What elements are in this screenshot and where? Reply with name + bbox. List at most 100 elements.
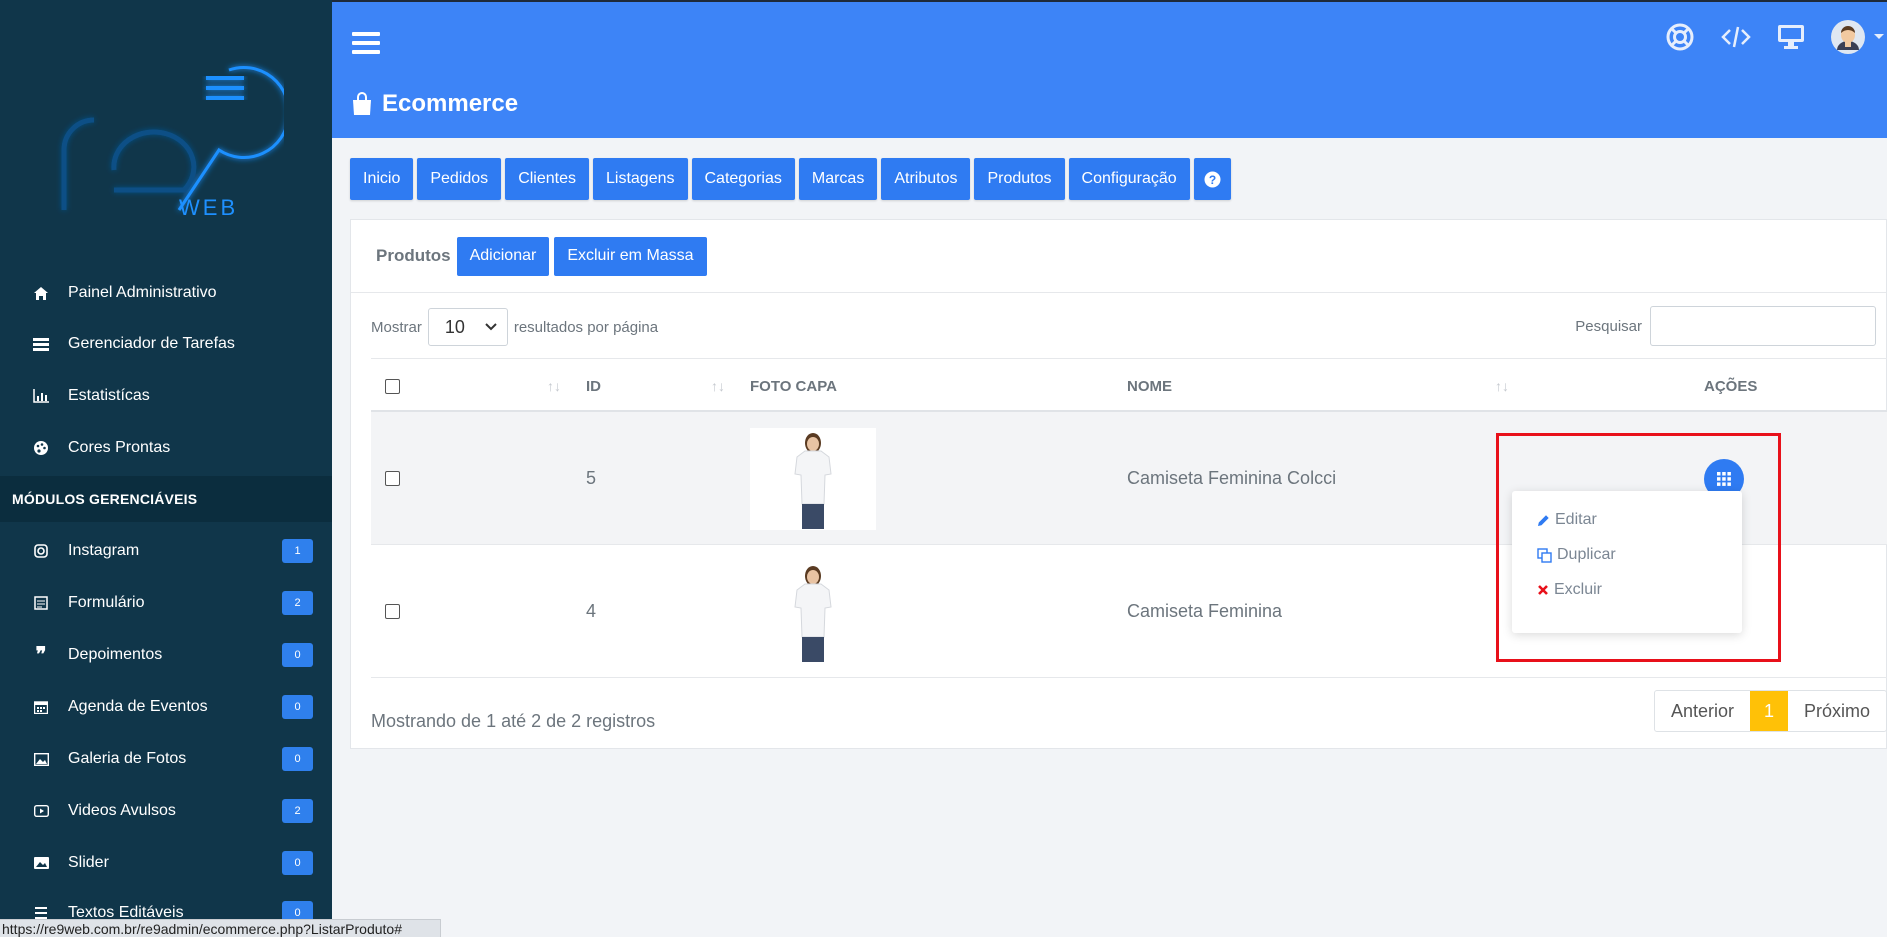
tasks-icon xyxy=(30,337,52,351)
per-page-value: 10 xyxy=(444,316,465,337)
tab-categorias[interactable]: Categorias xyxy=(691,158,795,200)
tab-inicio[interactable]: Inicio xyxy=(350,158,414,200)
sidebar-item-label: Videos Avulsos xyxy=(68,802,176,819)
sidebar-item-depoimentos[interactable]: ❞ Depoimentos 0 xyxy=(0,635,332,675)
row-checkbox[interactable] xyxy=(385,545,400,678)
count-badge: 2 xyxy=(282,799,313,823)
pagination: Anterior 1 Próximo xyxy=(1653,690,1887,732)
code-icon[interactable] xyxy=(1721,25,1751,49)
add-button[interactable]: Adicionar xyxy=(456,236,550,276)
section-title-modulos: MÓDULOS GERENCIÁVEIS xyxy=(0,476,332,522)
count-badge: 2 xyxy=(282,591,313,615)
tab-configuracao[interactable]: Configuração xyxy=(1068,158,1190,200)
highlight-box xyxy=(1496,433,1781,662)
lifebuoy-icon[interactable] xyxy=(1665,22,1695,52)
image-icon xyxy=(30,752,52,766)
sort-icon[interactable]: ↑↓ xyxy=(711,359,725,413)
row-id: 4 xyxy=(586,601,597,621)
home-icon xyxy=(30,286,52,300)
next-page-button[interactable]: Próximo xyxy=(1788,691,1886,731)
sidebar-item-label: Depoimentos xyxy=(68,646,163,663)
product-name: Camiseta Feminina xyxy=(1127,601,1283,621)
count-badge: 0 xyxy=(282,747,313,771)
instagram-icon xyxy=(30,544,52,558)
shopping-bag-icon xyxy=(350,92,374,116)
sidebar-item-instagram[interactable]: Instagram 1 xyxy=(0,531,332,571)
top-header: Ecommerce xyxy=(332,0,1887,138)
row-id: 5 xyxy=(586,468,597,488)
table-header: ↑↓ ID ↑↓ FOTO CAPA NOME ↑↓ AÇÕES xyxy=(371,358,1887,412)
row-checkbox[interactable] xyxy=(385,412,400,545)
menu-toggle-icon[interactable] xyxy=(352,32,380,54)
product-thumbnail xyxy=(750,412,876,545)
sidebar-item-galeria[interactable]: Galeria de Fotos 0 xyxy=(0,739,332,779)
sidebar-item-label: Estatistícas xyxy=(68,387,150,404)
stats-icon xyxy=(30,389,52,403)
module-tabs: Inicio Pedidos Clientes Listagens Catego… xyxy=(350,158,1235,200)
chevron-down-icon[interactable] xyxy=(1873,33,1885,41)
count-badge: 0 xyxy=(282,851,313,875)
sidebar-item-slider[interactable]: Slider 0 xyxy=(0,843,332,883)
sidebar-item-label: Gerenciador de Tarefas xyxy=(68,335,235,352)
sort-icon[interactable]: ↑↓ xyxy=(547,359,561,413)
sidebar-item-painel[interactable]: Painel Administrativo xyxy=(0,273,332,313)
tab-produtos[interactable]: Produtos xyxy=(974,158,1065,200)
desktop-icon[interactable] xyxy=(1777,24,1805,50)
svg-text:?: ? xyxy=(1209,173,1216,187)
sidebar-item-label: Painel Administrativo xyxy=(68,284,217,301)
slider-icon xyxy=(30,857,52,869)
tab-pedidos[interactable]: Pedidos xyxy=(417,158,502,200)
sidebar-item-label: Cores Prontas xyxy=(68,439,171,456)
sort-icon[interactable]: ↑↓ xyxy=(1495,359,1509,413)
palette-icon xyxy=(30,441,52,455)
product-name: Camiseta Feminina Colcci xyxy=(1127,468,1337,488)
sidebar: WEB Painel Administrativo Gerenciador de… xyxy=(0,0,332,937)
column-acoes: AÇÕES xyxy=(1704,377,1758,395)
browser-status-url: https://re9web.com.br/re9admin/ecommerce… xyxy=(0,919,441,937)
panel-header: Produtos Adicionar Excluir em Massa xyxy=(351,220,1886,293)
count-badge: 1 xyxy=(282,539,313,563)
previous-page-button[interactable]: Anterior xyxy=(1655,691,1750,731)
calendar-icon xyxy=(30,700,52,714)
table-info: Mostrando de 1 até 2 de 2 registros xyxy=(371,711,656,731)
tab-atributos[interactable]: Atributos xyxy=(881,158,971,200)
chevron-down-icon xyxy=(485,323,497,331)
page-1-button[interactable]: 1 xyxy=(1749,691,1788,731)
page-title-text: Ecommerce xyxy=(382,90,519,117)
user-avatar[interactable] xyxy=(1831,20,1865,54)
column-foto: FOTO CAPA xyxy=(750,377,837,395)
sidebar-item-agenda[interactable]: Agenda de Eventos 0 xyxy=(0,687,332,727)
search-control: Pesquisar xyxy=(1575,306,1876,346)
text-icon xyxy=(30,906,52,920)
column-id[interactable]: ID xyxy=(586,359,601,413)
panel-title: Produtos xyxy=(376,246,451,265)
quote-icon: ❞ xyxy=(35,644,47,666)
question-icon: ? xyxy=(1204,171,1221,188)
re9-logo[interactable]: WEB xyxy=(44,30,291,230)
sidebar-item-videos[interactable]: Videos Avulsos 2 xyxy=(0,791,332,831)
tab-marcas[interactable]: Marcas xyxy=(798,158,878,200)
sidebar-item-formulario[interactable]: Formulário 2 xyxy=(0,583,332,623)
sidebar-item-label: Formulário xyxy=(68,594,145,611)
sidebar-item-label: Slider xyxy=(68,854,109,871)
search-input[interactable] xyxy=(1650,306,1876,346)
tab-clientes[interactable]: Clientes xyxy=(505,158,589,200)
count-badge: 0 xyxy=(282,695,313,719)
video-icon xyxy=(30,805,52,817)
column-nome[interactable]: NOME xyxy=(1127,359,1172,413)
count-badge: 0 xyxy=(282,643,313,667)
show-label: Mostrar xyxy=(371,318,422,336)
sidebar-item-label: Agenda de Eventos xyxy=(68,698,208,715)
per-page-suffix: resultados por página xyxy=(513,318,659,336)
help-button[interactable]: ? xyxy=(1193,158,1231,200)
per-page-select[interactable]: 10 xyxy=(427,308,508,346)
sidebar-item-cores[interactable]: Cores Prontas xyxy=(0,428,332,468)
sidebar-item-tarefas[interactable]: Gerenciador de Tarefas xyxy=(0,324,332,364)
tab-listagens[interactable]: Listagens xyxy=(593,158,688,200)
select-all-checkbox[interactable] xyxy=(385,359,400,413)
sidebar-item-label: Instagram xyxy=(68,542,140,559)
sidebar-item-estatisticas[interactable]: Estatistícas xyxy=(0,376,332,416)
product-thumbnail xyxy=(750,545,876,678)
bulk-delete-button[interactable]: Excluir em Massa xyxy=(554,236,707,276)
page-length-control: Mostrar 10 resultados por página xyxy=(371,308,658,346)
